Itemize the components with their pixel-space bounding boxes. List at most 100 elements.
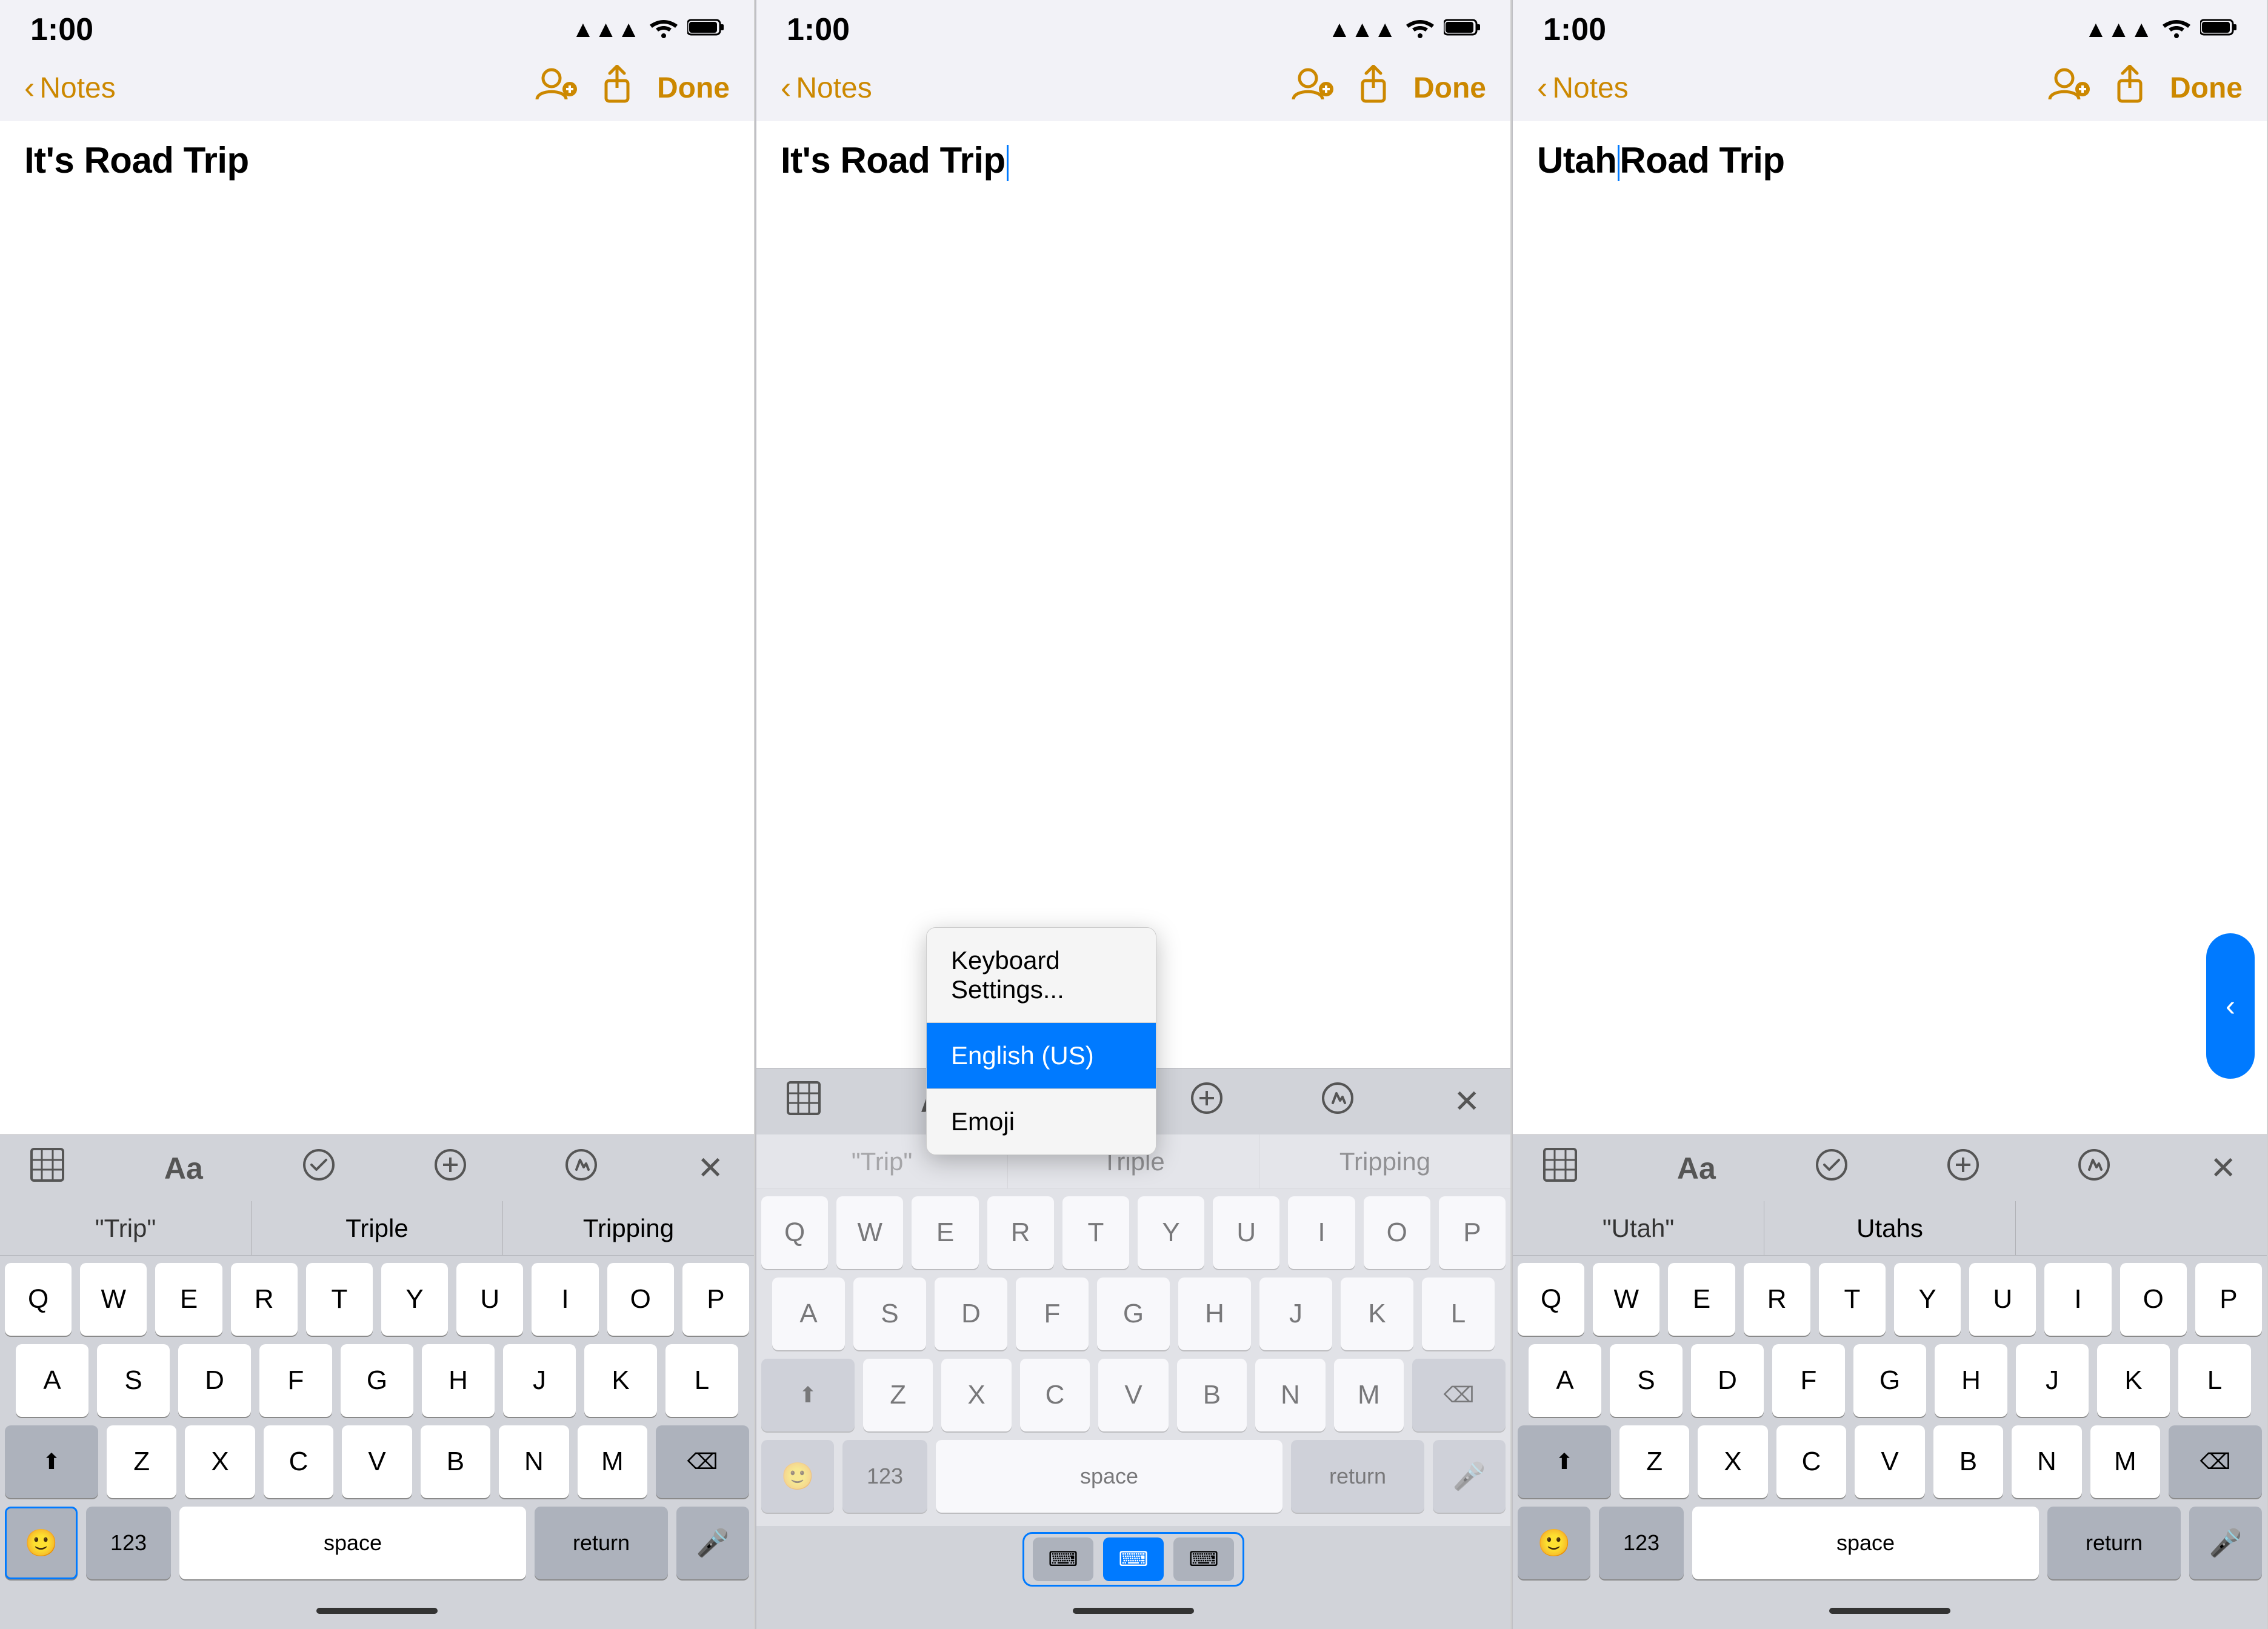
key-T-3[interactable]: T [1819, 1263, 1886, 1336]
share-icon-2[interactable] [1358, 65, 1389, 111]
key-V-3[interactable]: V [1855, 1425, 1924, 1498]
insert-icon-1[interactable] [435, 1149, 466, 1187]
table-icon-1[interactable] [30, 1148, 64, 1188]
key-space-2[interactable]: space [936, 1440, 1282, 1513]
note-content-2[interactable]: It's Road Trip [756, 121, 1510, 1068]
key-F-1[interactable]: F [259, 1344, 332, 1417]
cursor-handle-3[interactable]: ‹ [2206, 933, 2255, 1079]
key-S-3[interactable]: S [1610, 1344, 1683, 1417]
key-R-1[interactable]: R [231, 1263, 298, 1336]
key-D-3[interactable]: D [1691, 1344, 1764, 1417]
key-P-2[interactable]: P [1439, 1196, 1506, 1269]
key-delete-1[interactable]: ⌫ [656, 1425, 749, 1498]
key-S-1[interactable]: S [97, 1344, 170, 1417]
key-I-2[interactable]: I [1288, 1196, 1355, 1269]
key-A-1[interactable]: A [16, 1344, 88, 1417]
done-button-1[interactable]: Done [657, 72, 730, 105]
key-L-3[interactable]: L [2178, 1344, 2251, 1417]
key-mic-2[interactable]: 🎤 [1433, 1440, 1506, 1513]
close-icon-1[interactable]: ✕ [697, 1150, 724, 1187]
key-U-3[interactable]: U [1969, 1263, 2036, 1336]
key-emoji-1[interactable]: 🙂 [5, 1507, 78, 1579]
key-B-3[interactable]: B [1933, 1425, 2003, 1498]
key-O-2[interactable]: O [1364, 1196, 1430, 1269]
key-R-3[interactable]: R [1744, 1263, 1810, 1336]
key-D-2[interactable]: D [935, 1278, 1007, 1350]
key-B-1[interactable]: B [421, 1425, 490, 1498]
key-D-1[interactable]: D [178, 1344, 251, 1417]
key-K-1[interactable]: K [584, 1344, 657, 1417]
key-shift-2[interactable]: ⬆ [761, 1359, 855, 1431]
key-123-1[interactable]: 123 [86, 1507, 171, 1579]
key-B-2[interactable]: B [1177, 1359, 1247, 1431]
key-N-3[interactable]: N [2012, 1425, 2081, 1498]
checklist-icon-2[interactable] [1059, 1082, 1091, 1121]
key-X-3[interactable]: X [1698, 1425, 1767, 1498]
key-P-1[interactable]: P [682, 1263, 749, 1336]
autocomplete-item-2-2[interactable]: Tripping [1259, 1134, 1510, 1188]
key-emoji-2[interactable]: 🙂 [761, 1440, 834, 1513]
checklist-icon-1[interactable] [303, 1149, 335, 1187]
key-L-1[interactable]: L [665, 1344, 738, 1417]
key-delete-2[interactable]: ⌫ [1412, 1359, 1506, 1431]
key-W-3[interactable]: W [1593, 1263, 1659, 1336]
key-shift-1[interactable]: ⬆ [5, 1425, 98, 1498]
markup-icon-2[interactable] [1322, 1082, 1353, 1121]
key-C-3[interactable]: C [1776, 1425, 1846, 1498]
share-icon-1[interactable] [601, 65, 633, 111]
key-return-1[interactable]: return [535, 1507, 668, 1579]
key-Z-3[interactable]: Z [1619, 1425, 1689, 1498]
done-button-2[interactable]: Done [1413, 72, 1486, 105]
key-C-2[interactable]: C [1020, 1359, 1090, 1431]
back-button-3[interactable]: ‹ Notes [1537, 70, 1629, 106]
key-A-2[interactable]: A [772, 1278, 845, 1350]
checklist-icon-3[interactable] [1816, 1149, 1847, 1187]
key-G-3[interactable]: G [1853, 1344, 1926, 1417]
key-S-2[interactable]: S [853, 1278, 926, 1350]
key-delete-3[interactable]: ⌫ [2169, 1425, 2262, 1498]
key-mic-3[interactable]: 🎤 [2189, 1507, 2262, 1579]
key-K-3[interactable]: K [2097, 1344, 2170, 1417]
key-W-1[interactable]: W [80, 1263, 147, 1336]
done-button-3[interactable]: Done [2170, 72, 2243, 105]
add-person-icon-3[interactable] [2047, 66, 2090, 110]
kb-selector-item-2-0[interactable]: ⌨ [1033, 1537, 1093, 1581]
key-G-2[interactable]: G [1097, 1278, 1170, 1350]
add-person-icon-2[interactable] [1291, 66, 1333, 110]
close-icon-2[interactable]: ✕ [1453, 1084, 1480, 1120]
key-E-3[interactable]: E [1668, 1263, 1735, 1336]
key-Y-3[interactable]: Y [1894, 1263, 1961, 1336]
table-icon-2[interactable] [787, 1081, 821, 1122]
markup-icon-3[interactable] [2078, 1149, 2110, 1187]
key-J-3[interactable]: J [2016, 1344, 2089, 1417]
table-icon-3[interactable] [1543, 1148, 1577, 1188]
kb-selector-item-2-1[interactable]: ⌨ [1103, 1537, 1164, 1581]
key-N-1[interactable]: N [499, 1425, 569, 1498]
key-U-2[interactable]: U [1213, 1196, 1279, 1269]
key-T-2[interactable]: T [1062, 1196, 1129, 1269]
format-icon-3[interactable]: Aa [1677, 1151, 1716, 1186]
key-Q-2[interactable]: Q [761, 1196, 828, 1269]
share-icon-3[interactable] [2114, 65, 2146, 111]
autocomplete-item-2-1[interactable]: Triple [1008, 1134, 1259, 1188]
key-shift-3[interactable]: ⬆ [1518, 1425, 1611, 1498]
key-J-1[interactable]: J [503, 1344, 576, 1417]
key-T-1[interactable]: T [306, 1263, 373, 1336]
key-E-2[interactable]: E [912, 1196, 978, 1269]
autocomplete-item-1-2[interactable]: Tripping [503, 1201, 754, 1255]
key-return-3[interactable]: return [2047, 1507, 2181, 1579]
format-icon-2[interactable]: Aa [921, 1084, 959, 1119]
note-content-1[interactable]: It's Road Trip [0, 121, 754, 1134]
insert-icon-2[interactable] [1191, 1082, 1222, 1121]
key-return-2[interactable]: return [1291, 1440, 1424, 1513]
add-person-icon-1[interactable] [535, 66, 577, 110]
key-P-3[interactable]: P [2195, 1263, 2262, 1336]
back-label-3[interactable]: Notes [1552, 72, 1628, 105]
key-Y-1[interactable]: Y [381, 1263, 448, 1336]
key-W-2[interactable]: W [836, 1196, 903, 1269]
key-Q-3[interactable]: Q [1518, 1263, 1584, 1336]
format-icon-1[interactable]: Aa [164, 1151, 203, 1186]
key-123-2[interactable]: 123 [842, 1440, 927, 1513]
key-H-1[interactable]: H [422, 1344, 495, 1417]
key-123-3[interactable]: 123 [1599, 1507, 1684, 1579]
